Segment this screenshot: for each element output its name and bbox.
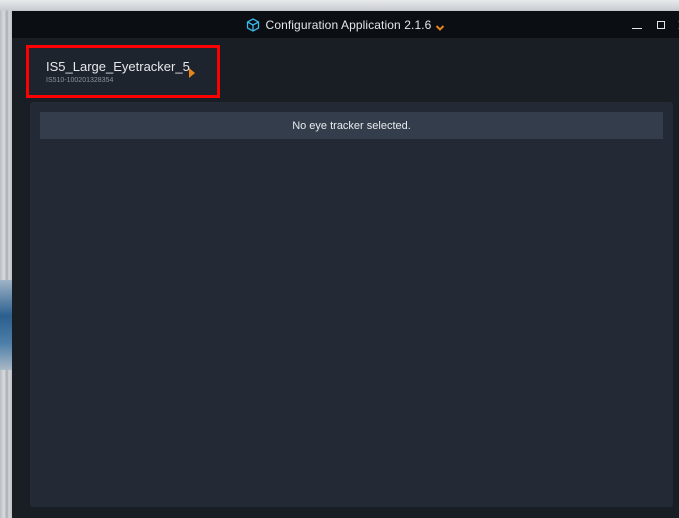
window-title: Configuration Application 2.1.6 bbox=[265, 17, 432, 32]
title-bar[interactable]: Configuration Application 2.1.6 bbox=[12, 11, 679, 38]
minimize-icon bbox=[632, 28, 642, 29]
app-window: Configuration Application 2.1.6 IS5_Larg… bbox=[12, 11, 679, 518]
chevron-down-icon[interactable] bbox=[435, 20, 445, 31]
maximize-button[interactable] bbox=[650, 11, 672, 38]
title-group[interactable]: Configuration Application 2.1.6 bbox=[12, 11, 679, 38]
desktop-wallpaper-accent bbox=[0, 280, 12, 370]
main-panel: No eye tracker selected. bbox=[30, 102, 673, 507]
tracker-bar: IS5_Large_Eyetracker_5 IS510-10020132835… bbox=[12, 38, 679, 106]
play-arrow-icon[interactable] bbox=[188, 66, 196, 78]
cube-icon bbox=[246, 17, 260, 32]
eye-tracker-selector[interactable]: IS5_Large_Eyetracker_5 IS510-10020132835… bbox=[26, 45, 220, 98]
maximize-icon bbox=[657, 20, 665, 29]
close-button[interactable] bbox=[672, 11, 679, 38]
minimize-button[interactable] bbox=[626, 11, 648, 38]
status-message: No eye tracker selected. bbox=[40, 112, 663, 139]
tracker-serial: IS510-100201328354 bbox=[46, 77, 114, 84]
tracker-name: IS5_Large_Eyetracker_5 bbox=[46, 59, 190, 74]
